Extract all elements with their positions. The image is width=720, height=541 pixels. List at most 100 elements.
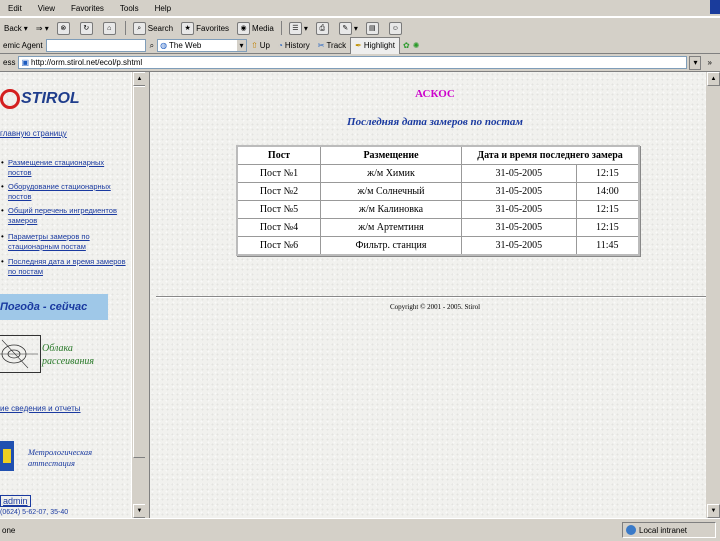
window-scrollbar[interactable]: ▲ ▼ xyxy=(706,72,720,518)
web-combo[interactable]: ◍ The Web ▾ xyxy=(157,39,248,52)
nav-item-placement-label: Размещение стационарных постов xyxy=(8,158,105,177)
agent-label: emic Agent xyxy=(3,41,43,50)
main-frame: АСКОС Последняя дата замеров по постам П… xyxy=(150,72,720,518)
cell-post: Пост №5 xyxy=(236,200,321,219)
forward-arrow-icon: ⇒ ▾ xyxy=(35,23,49,33)
admin-link[interactable]: admin xyxy=(0,495,31,507)
favorites-button-label: Favorites xyxy=(196,23,230,33)
cell-date: 31-05-2005 xyxy=(461,164,577,183)
search-icon: ⌕ xyxy=(132,21,146,35)
up-label: Up xyxy=(259,41,270,50)
home-button[interactable]: ⌂ xyxy=(99,20,122,36)
messenger-button[interactable]: ☺ xyxy=(385,20,408,36)
measurements-table: Пост Размещение Дата и время последнего … xyxy=(236,145,640,256)
reports-link[interactable]: ие сведения и отчеты xyxy=(0,404,81,413)
cell-time: 12:15 xyxy=(575,218,640,237)
forward-button[interactable]: ⇒ ▾ xyxy=(32,20,53,36)
address-label: ess xyxy=(3,58,16,67)
green-star-icon[interactable]: ✿ xyxy=(403,41,410,50)
security-zone: Local intranet xyxy=(622,522,716,538)
cell-time: 12:15 xyxy=(575,200,640,219)
url-dropdown-icon[interactable]: ▾ xyxy=(689,55,702,70)
clouds-diagram-icon[interactable] xyxy=(0,335,41,373)
nav-item-parameters-label: Параметры замеров по стационарным постам xyxy=(8,232,90,251)
col-header-place: Размещение xyxy=(320,145,462,165)
ukraine-emblem-icon xyxy=(0,441,14,471)
toolbar-separator xyxy=(124,21,126,35)
history-button[interactable]: ◔ History xyxy=(274,38,314,54)
nav-item-ingredients[interactable]: Общий перечень ингредиентов замеров xyxy=(1,206,128,226)
green-gear-icon[interactable]: ✺ xyxy=(413,41,420,50)
track-label: Track xyxy=(326,41,347,50)
nav-item-placement[interactable]: Размещение стационарных постов xyxy=(1,158,128,178)
cell-date: 31-05-2005 xyxy=(461,218,577,237)
menu-tools[interactable]: Tools xyxy=(112,4,147,13)
messenger-icon: ☺ xyxy=(388,21,402,35)
url-value: http://orm.stirol.net/ecol/p.shtml xyxy=(31,58,143,67)
intranet-icon xyxy=(626,525,636,535)
nav-item-last-date[interactable]: Последняя дата и время замеров по постам xyxy=(1,257,128,277)
highlight-icon: ✒ xyxy=(355,41,362,50)
track-icon: ✂ xyxy=(317,41,325,50)
col-header-post: Пост xyxy=(236,145,321,165)
cell-time: 14:00 xyxy=(575,182,640,201)
highlight-button[interactable]: ✒ Highlight xyxy=(350,36,400,55)
chevron-down-icon[interactable]: ▾ xyxy=(237,40,247,51)
cell-date: 31-05-2005 xyxy=(461,182,577,201)
windows-logo-icon xyxy=(710,0,720,14)
menu-edit[interactable]: Edit xyxy=(0,4,30,13)
weather-banner[interactable]: Погода - сейчас xyxy=(0,294,108,320)
scroll-up-arrow-icon[interactable]: ▲ xyxy=(707,72,720,86)
nav-item-equipment[interactable]: Оборудование стационарных постов xyxy=(1,182,128,202)
table-header-row: Пост Размещение Дата и время последнего … xyxy=(236,145,640,165)
back-button[interactable]: Back ▾ xyxy=(0,20,32,36)
menu-favorites[interactable]: Favorites xyxy=(63,4,112,13)
agent-input[interactable] xyxy=(45,39,146,52)
history-dropdown-button[interactable]: ☰ ▾ xyxy=(285,20,312,36)
clouds-link[interactable]: Облака рассеивания xyxy=(42,342,112,368)
copyright-text: Copyright © 2001 - 2005. Stirol xyxy=(389,303,481,311)
search-button-label: Search xyxy=(147,23,174,33)
security-zone-label: Local intranet xyxy=(639,525,688,535)
toolbar-separator xyxy=(280,21,282,35)
url-input[interactable]: ▣ http://orm.stirol.net/ecol/p.shtml xyxy=(18,56,688,69)
table-row: Пост №5 ж/м Калиновка 31-05-2005 12:15 xyxy=(236,200,640,219)
nav-item-ingredients-label: Общий перечень ингредиентов замеров xyxy=(8,206,117,225)
cell-time: 11:45 xyxy=(575,236,640,256)
history-icon: ◔ xyxy=(278,41,283,50)
left-frame-scrollbar[interactable]: ▲ ▼ xyxy=(131,72,146,518)
cell-place: ж/м Химик xyxy=(320,164,462,183)
cell-date: 31-05-2005 xyxy=(461,236,577,256)
menu-bar: Edit View Favorites Tools Help xyxy=(0,0,720,17)
table-row: Пост №6 Фильтр. станция 31-05-2005 11:45 xyxy=(236,236,640,256)
cell-date: 31-05-2005 xyxy=(461,200,577,219)
discuss-button[interactable]: ▤ xyxy=(362,20,385,36)
phone-number: (0624) 5-62-07, 35-40 xyxy=(0,509,69,516)
refresh-icon: ↻ xyxy=(79,21,93,35)
nav-item-equipment-label: Оборудование стационарных постов xyxy=(8,182,111,201)
home-page-link[interactable]: главную страницу xyxy=(0,129,67,138)
highlight-label: Highlight xyxy=(363,41,395,50)
scroll-down-arrow-icon[interactable]: ▼ xyxy=(707,504,720,518)
refresh-button[interactable]: ↻ xyxy=(76,20,99,36)
menu-view[interactable]: View xyxy=(30,4,63,13)
favorites-button[interactable]: ★ Favorites xyxy=(177,20,233,36)
metrology-link[interactable]: Метрологическая аттестация xyxy=(28,447,112,469)
print-button[interactable]: ⎙ xyxy=(312,20,335,36)
stirol-logo[interactable]: STIROL xyxy=(0,85,80,113)
cell-post: Пост №1 xyxy=(236,164,321,183)
up-button[interactable]: ⇧ Up xyxy=(247,38,274,54)
home-icon: ⌂ xyxy=(102,21,116,35)
menu-help[interactable]: Help xyxy=(147,4,179,13)
go-icon[interactable]: » xyxy=(707,58,711,67)
horizontal-rule xyxy=(156,296,720,298)
edit-button[interactable]: ✎ ▾ xyxy=(335,20,362,36)
search-button[interactable]: ⌕ Search xyxy=(129,20,177,36)
stop-button[interactable]: ⊗ xyxy=(53,20,76,36)
cell-place: Фильтр. станция xyxy=(320,236,462,256)
page-title: Последняя дата замеров по постам xyxy=(347,116,523,128)
nav-item-parameters[interactable]: Параметры замеров по стационарным постам xyxy=(1,232,128,252)
track-button[interactable]: ✂ Track xyxy=(314,38,350,54)
media-button[interactable]: ◉ Media xyxy=(233,20,278,36)
search-icon[interactable]: ⌕ xyxy=(150,41,154,51)
